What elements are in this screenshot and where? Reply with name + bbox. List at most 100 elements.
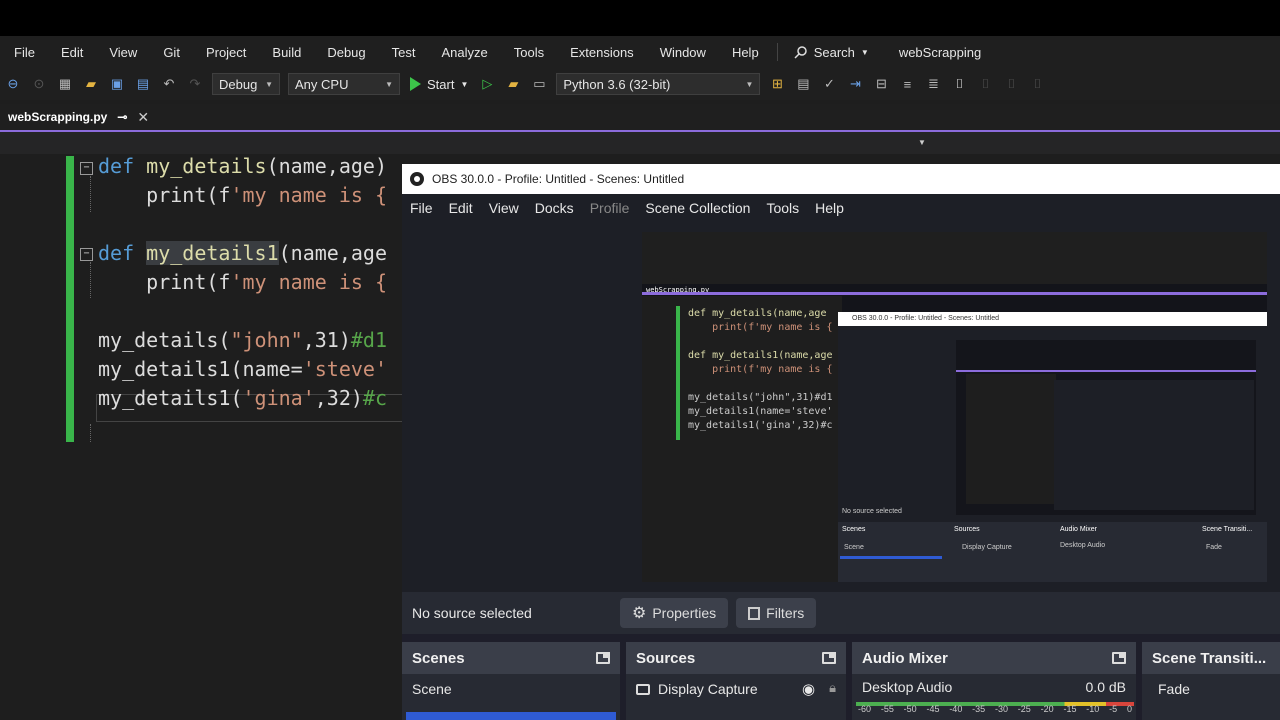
start-without-debug-icon[interactable]: ▷: [479, 76, 495, 92]
scene-selection-highlight: [406, 712, 616, 720]
obs-menu-tools[interactable]: Tools: [758, 200, 807, 216]
undock-icon[interactable]: [1112, 652, 1126, 664]
scene-transitions-title: Scene Transiti...: [1152, 649, 1267, 667]
preview-display-item: Display Capture: [962, 544, 1012, 551]
transition-select[interactable]: Fade: [1142, 674, 1280, 704]
back-icon[interactable]: ⊖: [5, 76, 21, 92]
menu-help[interactable]: Help: [718, 45, 771, 60]
lock-icon[interactable]: 🔒︎: [829, 680, 836, 698]
python-env-dropdown[interactable]: Python 3.6 (32-bit) ▼: [556, 73, 761, 95]
properties-label: Properties: [652, 605, 717, 621]
menu-git[interactable]: Git: [149, 45, 192, 60]
preview-tab-line: [642, 292, 1267, 295]
search-icon: [794, 46, 807, 59]
obs-menu-edit[interactable]: Edit: [441, 200, 481, 216]
preview-code-3: def my_details1(name,age: [688, 350, 833, 361]
pin-icon[interactable]: ⊸: [117, 110, 127, 124]
filters-button[interactable]: Filters: [736, 598, 817, 628]
open-folder-icon[interactable]: ▰: [83, 76, 99, 92]
layout-icon[interactable]: ▤: [795, 76, 811, 92]
save-all-icon[interactable]: ▤: [135, 76, 151, 92]
bookmark-icon[interactable]: ⌷: [951, 76, 967, 92]
preview-fade-item: Fade: [1206, 544, 1222, 551]
eye-icon[interactable]: ◉: [802, 680, 815, 698]
forward-icon[interactable]: ⊙: [31, 76, 47, 92]
code-editor[interactable]: − − def my_details(name,age) print(f'my …: [0, 154, 404, 720]
search-label: Search: [813, 44, 855, 60]
comment-icon[interactable]: ≣: [925, 76, 941, 92]
menu-extensions[interactable]: Extensions: [556, 45, 646, 60]
code-line-3: def my_details1(name,age: [98, 241, 387, 265]
menu-build[interactable]: Build: [258, 45, 313, 60]
tab-webscrapping[interactable]: webScrapping.py ⊸ ✕: [0, 104, 158, 130]
start-button[interactable]: Start ▼: [410, 77, 468, 92]
spellcheck-icon[interactable]: ✓: [821, 76, 837, 92]
undo-icon[interactable]: ↶: [161, 76, 177, 92]
window-icon[interactable]: ▭: [531, 76, 547, 92]
obs-menu-help[interactable]: Help: [807, 200, 852, 216]
chevron-down-icon[interactable]: ▼: [918, 138, 926, 147]
indent-icon[interactable]: ⇥: [847, 76, 863, 92]
bookmark-prev-icon[interactable]: ⌷: [977, 76, 993, 92]
no-source-selected-label: No source selected: [412, 605, 532, 621]
search-button[interactable]: Search ▼: [784, 45, 879, 60]
collapse-icon[interactable]: −: [80, 162, 93, 175]
obs-docks: Scenes Scene Sources Display Capture ◉ 🔒…: [402, 642, 1280, 720]
obs-menu-file[interactable]: File: [402, 200, 441, 216]
obs-titlebar[interactable]: OBS 30.0.0 - Profile: Untitled - Scenes:…: [402, 164, 1280, 194]
menu-debug[interactable]: Debug: [313, 45, 377, 60]
sources-dock-header: Sources: [626, 642, 846, 674]
filters-icon: [748, 606, 761, 620]
obs-menu-docks[interactable]: Docks: [527, 200, 582, 216]
indent-guide: [90, 424, 91, 442]
source-item[interactable]: Display Capture ◉ 🔒︎: [626, 674, 846, 704]
gear-icon: ⚙: [632, 605, 647, 622]
scenes-title: Scenes: [412, 649, 465, 667]
obs-menu-profile[interactable]: Profile: [582, 200, 638, 216]
code-text: def my_details(name,age) print(f'my name…: [0, 154, 387, 410]
new-project-icon[interactable]: ▦: [57, 76, 73, 92]
code-line-7: my_details1('gina',32)#c: [98, 386, 388, 410]
code-line-5: my_details("john",31)#d1: [98, 328, 387, 352]
menu-tools[interactable]: Tools: [500, 45, 556, 60]
menu-test[interactable]: Test: [378, 45, 428, 60]
undock-icon[interactable]: [596, 652, 610, 664]
package-icon[interactable]: ⊞: [769, 76, 785, 92]
save-icon[interactable]: ▣: [109, 76, 125, 92]
audio-mixer-dock: Audio Mixer Desktop Audio 0.0 dB -60 -55…: [852, 642, 1136, 720]
obs-menu-scene-collection[interactable]: Scene Collection: [637, 200, 758, 216]
outdent-icon[interactable]: ≡: [899, 76, 915, 92]
filters-label: Filters: [766, 605, 805, 621]
menu-file[interactable]: File: [0, 45, 47, 60]
chevron-down-icon: ▼: [860, 47, 869, 57]
preview-obs: OBS 30.0.0 - Profile: Untitled - Scenes:…: [838, 312, 1267, 582]
menu-analyze[interactable]: Analyze: [427, 45, 499, 60]
redo-icon[interactable]: ↷: [187, 76, 203, 92]
menu-window[interactable]: Window: [646, 45, 718, 60]
audio-mixer-header: Audio Mixer: [852, 642, 1136, 674]
menu-view[interactable]: View: [95, 45, 149, 60]
screen-top-black: [0, 0, 1280, 36]
menu-project[interactable]: Project: [192, 45, 258, 60]
properties-button[interactable]: ⚙ Properties: [620, 598, 729, 628]
close-icon[interactable]: ✕: [137, 109, 149, 126]
folder-icon[interactable]: ▰: [505, 76, 521, 92]
scene-item[interactable]: Scene: [402, 674, 620, 704]
preview-audio: Audio Mixer: [1060, 526, 1097, 533]
bookmark-clear-icon[interactable]: ⌷: [1029, 76, 1045, 92]
vs-toolbar: ⊖ ⊙ ▦ ▰ ▣ ▤ ↶ ↷ Debug ▼ Any CPU ▼ Start ▼ …: [0, 68, 1280, 100]
collapse-icon[interactable]: −: [80, 248, 93, 261]
tab-label: webScrapping.py: [8, 110, 108, 124]
sources-title: Sources: [636, 649, 696, 667]
obs-preview[interactable]: webScrapping.py def my_details(name,age …: [642, 232, 1267, 582]
bookmark-next-icon[interactable]: ⌷: [1003, 76, 1019, 92]
structure-icon[interactable]: ⊟: [873, 76, 889, 92]
menu-edit[interactable]: Edit: [47, 45, 95, 60]
obs-menu-view[interactable]: View: [481, 200, 527, 216]
obs-menubar: File Edit View Docks Profile Scene Colle…: [402, 194, 1280, 222]
python-env-value: Python 3.6 (32-bit): [563, 76, 671, 92]
undock-icon[interactable]: [822, 652, 836, 664]
chevron-down-icon: ▼: [385, 79, 393, 89]
platform-dropdown[interactable]: Any CPU ▼: [288, 73, 400, 95]
config-dropdown[interactable]: Debug ▼: [212, 73, 280, 95]
